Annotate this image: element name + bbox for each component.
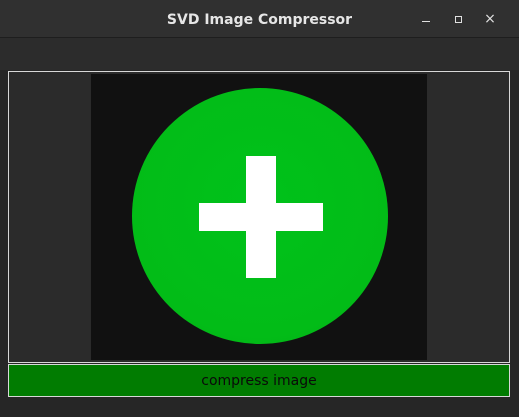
maximize-icon [454,15,462,23]
app-window: SVD Image Compressor × compress image [0,0,519,417]
close-button[interactable]: × [480,9,500,29]
title-bar[interactable]: SVD Image Compressor × [0,0,519,38]
bottom-strip [0,398,519,417]
minimize-button[interactable] [416,9,436,29]
add-circle-icon[interactable] [132,88,388,344]
image-drop-area[interactable] [91,74,427,360]
close-icon: × [484,11,496,27]
plus-icon-horizontal [199,203,323,231]
compress-image-button[interactable]: compress image [8,364,510,397]
toolbar-area [0,38,519,70]
maximize-button[interactable] [448,9,468,29]
window-title: SVD Image Compressor [166,12,353,28]
minimize-icon [422,20,430,22]
